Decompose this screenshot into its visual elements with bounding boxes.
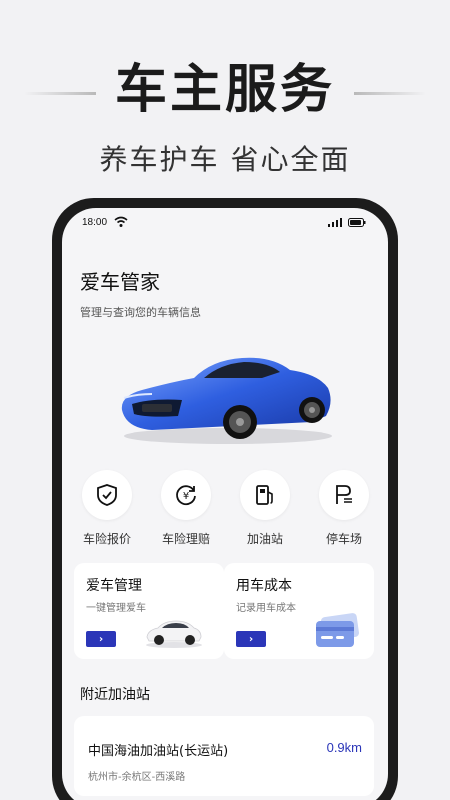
page-subtitle: 管理与查询您的车辆信息	[80, 306, 201, 319]
service-label: 停车场	[325, 532, 362, 546]
service-parking[interactable]: 停车场	[309, 470, 379, 547]
yen-refresh-icon: ¥	[161, 470, 211, 520]
status-time: 18:00	[82, 217, 108, 228]
service-gas-station[interactable]: 加油站	[230, 470, 300, 547]
svg-text:¥: ¥	[183, 491, 189, 502]
parking-icon	[319, 470, 369, 520]
service-grid: 车险报价 ¥ 车险理赔 加油站 停车场	[62, 470, 388, 550]
station-address: 杭州市-余杭区-西溪路	[88, 772, 186, 783]
shield-check-icon	[82, 470, 132, 520]
signal-icon	[328, 218, 342, 227]
fuel-pump-icon	[240, 470, 290, 520]
card-subtitle: 一键管理爱车	[86, 603, 146, 614]
wifi-icon	[114, 216, 128, 227]
card-subtitle: 记录用车成本	[236, 603, 296, 614]
service-insurance-claim[interactable]: ¥ 车险理赔	[151, 470, 221, 547]
phone-screen: 18:00 爱车管家 管理与查询您的车辆信息 车险报价 ¥ 车险理赔 加油站 停…	[62, 208, 388, 800]
service-label: 车险理赔	[161, 532, 210, 546]
card-title: 用车成本	[236, 578, 292, 594]
chevron-right-icon: ›	[248, 633, 254, 645]
station-distance: 0.9km	[326, 740, 362, 755]
battery-icon	[348, 218, 366, 227]
service-label: 车险报价	[82, 532, 131, 546]
status-bar: 18:00	[62, 208, 388, 238]
card-car-management[interactable]: 爱车管理 一键管理爱车 ›	[74, 563, 224, 659]
car-hero-image	[121, 357, 332, 444]
chevron-right-icon: ›	[98, 633, 104, 645]
hero-subtitle: 养车护车 省心全面	[99, 143, 351, 176]
section-title-nearby: 附近加油站	[80, 687, 150, 703]
wallet-card-icon	[316, 613, 359, 647]
station-name: 中国海油加油站(长运站)	[88, 744, 229, 759]
card-title: 爱车管理	[86, 578, 142, 594]
service-insurance-quote[interactable]: 车险报价	[72, 470, 142, 547]
hero-divider-right	[354, 92, 426, 95]
station-list-item[interactable]: 中国海油加油站(长运站) 0.9km 杭州市-余杭区-西溪路	[74, 716, 374, 796]
card-go-button[interactable]: ›	[86, 631, 116, 647]
hero-title: 车主服务	[114, 60, 335, 120]
card-go-button[interactable]: ›	[236, 631, 266, 647]
service-label: 加油站	[246, 532, 283, 546]
card-car-cost[interactable]: 用车成本 记录用车成本 ›	[224, 563, 374, 659]
page-title: 爱车管家	[80, 270, 160, 294]
white-car-icon	[146, 620, 202, 648]
